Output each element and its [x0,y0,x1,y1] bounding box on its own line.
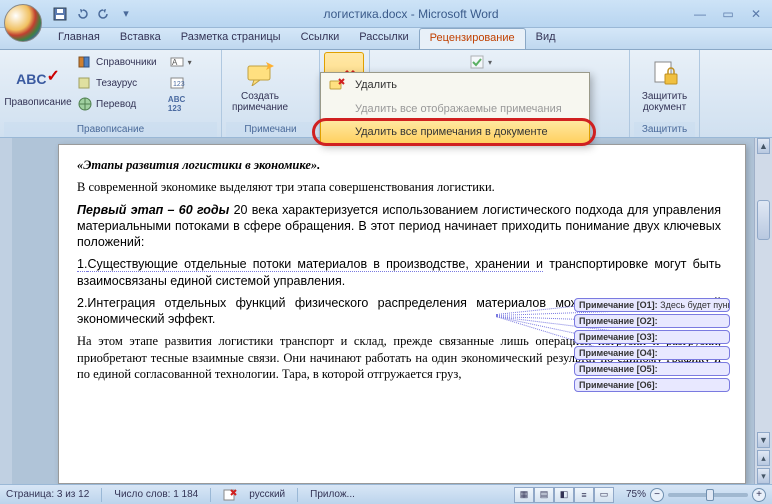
page-container: «Этапы развития логистики в экономике». … [12,138,754,484]
svg-text:A: A [172,58,178,67]
zoom-thumb[interactable] [706,489,714,501]
balloon-1[interactable]: Примечание [О1]: Здесь будет пункт 1 [574,298,730,312]
close-button[interactable]: ✕ [744,5,768,23]
status-proof-icon[interactable] [223,488,237,502]
new-comment-button[interactable]: Создать примечание [226,52,294,118]
menu-delete-label: Удалить [355,79,397,91]
view-draft[interactable]: ▭ [594,487,614,503]
window-controls: — ▭ ✕ [688,5,768,23]
group-label-comments: Примечани [226,122,315,137]
status-words[interactable]: Число слов: 1 184 [114,489,198,500]
view-fullscreen[interactable]: ▤ [534,487,554,503]
zoom-value[interactable]: 75% [626,489,646,500]
menu-delete-all[interactable]: Удалить все примечания в документе [320,120,590,144]
svg-text:123: 123 [173,81,185,88]
wordcount-icon: 123 [169,75,185,91]
group-comments: Создать примечание Примечани [222,50,320,137]
menu-delete-shown-label: Удалить все отображаемые примечания [355,103,562,115]
group-proofing: ABC✓ Правописание Справочники Тезаурус П… [0,50,222,137]
balloon-6[interactable]: Примечание [О6]: [574,378,730,392]
ribbon-tabs: Главная Вставка Разметка страницы Ссылки… [0,28,772,50]
accept-icon [469,54,485,70]
abc-icon: ABC123 [169,96,185,112]
zoom-slider[interactable] [668,493,748,497]
doc-li1: 1.Существующие отдельные потоки материал… [77,256,721,289]
accept-button[interactable]: ▾ [466,52,495,72]
lock-icon [649,57,681,89]
tab-insert[interactable]: Вставка [110,28,171,49]
balloon-2[interactable]: Примечание [О2]: [574,314,730,328]
view-buttons: ▦ ▤ ◧ ≡ ▭ [514,487,614,503]
tab-view[interactable]: Вид [526,28,566,49]
view-print-layout[interactable]: ▦ [514,487,534,503]
balloon-3[interactable]: Примечание [О3]: [574,330,730,344]
balloon-4[interactable]: Примечание [О4]: [574,346,730,360]
status-bar: Страница: 3 из 12 Число слов: 1 184 русс… [0,484,772,504]
menu-delete-shown: Удалить все отображаемые примечания [321,97,589,121]
tab-home[interactable]: Главная [48,28,110,49]
status-insert[interactable]: Прилож... [310,489,355,500]
translate-button[interactable]: Перевод [74,94,160,114]
comment-new-icon [244,57,276,89]
doc-heading: «Этапы развития логистики в экономике». [77,157,721,173]
window-title: логистика.docx - Microsoft Word [134,7,688,21]
thesaurus-button[interactable]: Тезаурус [74,73,160,93]
minimize-button[interactable]: — [688,5,712,23]
qat-dropdown-icon[interactable]: ▾ [118,6,134,22]
tab-references[interactable]: Ссылки [291,28,350,49]
scroll-up-icon[interactable]: ▲ [757,138,770,154]
menu-delete-all-label: Удалить все примечания в документе [355,126,548,138]
balloon-5[interactable]: Примечание [О5]: [574,362,730,376]
language-icon: A [169,54,185,70]
quick-access-toolbar: ▾ [52,6,134,22]
zoom-out-button[interactable]: − [650,488,664,502]
delete-single-icon [327,78,347,92]
group-protect: Защитить документ Защитить [630,50,700,137]
doc-p1: В современной экономике выделяют три эта… [77,179,721,195]
spelling-button[interactable]: ABC✓ Правописание [4,52,72,118]
tab-layout[interactable]: Разметка страницы [171,28,291,49]
tab-mailings[interactable]: Рассылки [349,28,418,49]
status-page[interactable]: Страница: 3 из 12 [6,489,89,500]
view-web[interactable]: ◧ [554,487,574,503]
delete-comment-menu: Удалить Удалить все отображаемые примеча… [320,72,590,144]
menu-delete[interactable]: Удалить [321,73,589,97]
vertical-scrollbar[interactable]: ▲ ▼ ▴ ▾ [754,138,772,484]
word-count-button[interactable]: 123 [166,73,195,93]
scroll-thumb[interactable] [757,200,770,240]
undo-icon[interactable] [74,6,90,22]
save-icon[interactable] [52,6,68,22]
translate-icon [77,96,93,112]
set-language-button[interactable]: A▾ [166,52,195,72]
title-bar: ▾ логистика.docx - Microsoft Word — ▭ ✕ [0,0,772,28]
status-lang[interactable]: русский [249,489,285,500]
doc-p2: Первый этап – 60 годы 20 века характериз… [77,202,721,251]
left-margin [0,138,12,484]
protect-button[interactable]: Защитить документ [634,52,695,118]
redo-icon[interactable] [96,6,112,22]
tab-review[interactable]: Рецензирование [419,28,526,49]
balloon-pane: Примечание [О1]: Здесь будет пункт 1 При… [574,298,730,394]
maximize-button[interactable]: ▭ [716,5,740,23]
office-button[interactable] [4,4,42,42]
view-outline[interactable]: ≡ [574,487,594,503]
abc-button[interactable]: ABC123 [166,94,195,114]
book-icon [77,54,93,70]
spellcheck-icon: ABC✓ [22,63,54,95]
document-area: «Этапы развития логистики в экономике». … [0,138,772,484]
prev-page-icon[interactable]: ▴ [757,450,770,466]
zoom-in-button[interactable]: + [752,488,766,502]
scroll-down-icon[interactable]: ▼ [757,432,770,448]
thesaurus-icon [77,75,93,91]
group-label-proofing: Правописание [4,122,217,137]
next-page-icon[interactable]: ▾ [757,468,770,484]
research-button[interactable]: Справочники [74,52,160,72]
group-label-protect: Защитить [634,122,695,137]
zoom-control: 75% − + [626,488,766,502]
